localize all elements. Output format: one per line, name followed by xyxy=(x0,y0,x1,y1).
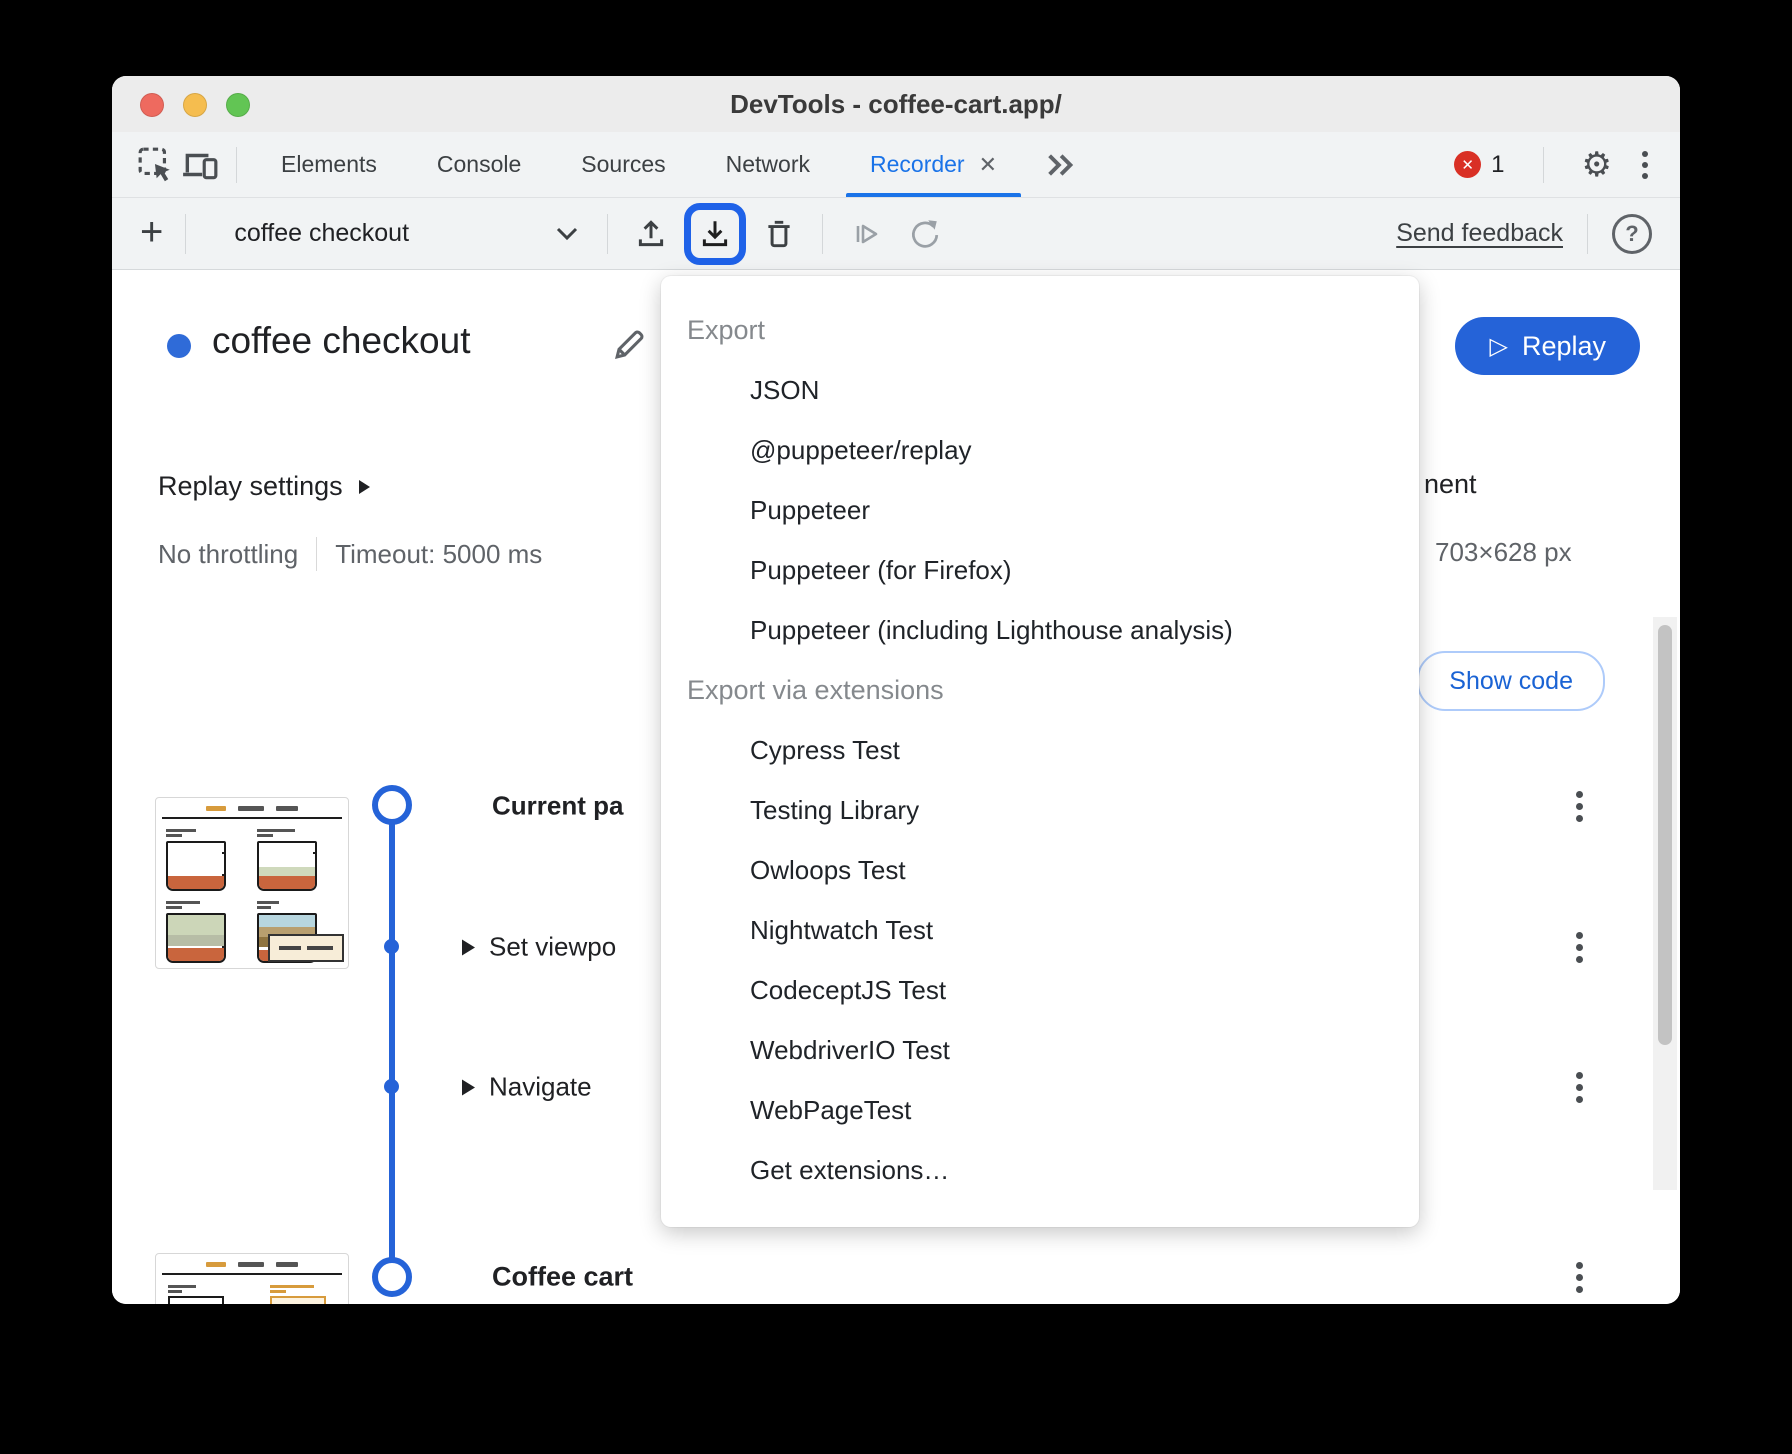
menu-item-webpagetest[interactable]: WebPageTest xyxy=(661,1080,1419,1140)
recorder-toolbar: + coffee checkout xyxy=(112,198,1680,270)
menu-item-puppeteer[interactable]: Puppeteer xyxy=(661,480,1419,540)
error-icon: ✕ xyxy=(1454,151,1481,178)
device-toolbar-icon[interactable] xyxy=(178,143,222,187)
replay-settings-summary: No throttling Timeout: 5000 ms xyxy=(158,537,542,571)
menu-item-get-extensions[interactable]: Get extensions… xyxy=(661,1140,1419,1200)
tab-sources[interactable]: Sources xyxy=(551,132,695,197)
expand-triangle-icon[interactable] xyxy=(462,1079,475,1095)
environment-viewport-size: 703×628 px xyxy=(1435,537,1572,568)
timeline-line xyxy=(389,805,395,1277)
console-error-badge[interactable]: ✕ 1 xyxy=(1454,151,1504,179)
export-menu-header: Export xyxy=(661,300,1419,360)
steps-scrollbar-track[interactable] xyxy=(1653,617,1677,1190)
menu-item-puppeteer-replay[interactable]: @puppeteer/replay xyxy=(661,420,1419,480)
replay-button[interactable]: ▷ Replay xyxy=(1455,317,1640,375)
help-icon[interactable]: ? xyxy=(1612,214,1652,254)
steps-scrollbar-thumb[interactable] xyxy=(1658,625,1672,1045)
close-recorder-tab-icon[interactable]: ✕ xyxy=(979,152,997,178)
export-highlight-ring xyxy=(684,203,746,265)
error-count: 1 xyxy=(1491,151,1504,179)
play-icon: ▷ xyxy=(1489,332,1507,360)
devtools-menu-kebab-icon[interactable] xyxy=(1636,145,1654,185)
thumb-nav xyxy=(156,798,348,817)
expand-triangle-icon[interactable] xyxy=(462,939,475,955)
step-screenshot-thumbnail xyxy=(155,1253,349,1304)
divider xyxy=(185,214,186,254)
import-recording-icon[interactable] xyxy=(628,211,674,257)
throttling-value: No throttling xyxy=(158,539,298,570)
delete-recording-icon[interactable] xyxy=(756,211,802,257)
step-menu-kebab-icon[interactable] xyxy=(1570,785,1589,828)
step-menu-kebab-icon[interactable] xyxy=(1570,1256,1589,1299)
recording-status-dot xyxy=(167,334,191,358)
divider xyxy=(1587,214,1588,254)
devtools-tab-bar: Elements Console Sources Network Recorde… xyxy=(112,132,1680,198)
replay-step-icon[interactable] xyxy=(843,211,889,257)
export-recording-icon[interactable] xyxy=(692,211,738,257)
divider xyxy=(316,537,317,571)
step-navigate[interactable]: Navigate xyxy=(462,1072,592,1103)
timeline-node-coffee-cart[interactable] xyxy=(372,1257,412,1297)
add-recording-button[interactable]: + xyxy=(140,212,163,252)
divider xyxy=(1543,147,1544,183)
tab-console[interactable]: Console xyxy=(407,132,551,197)
close-window-button[interactable] xyxy=(140,93,164,117)
menu-item-testing-library[interactable]: Testing Library xyxy=(661,780,1419,840)
environment-heading-fragment: nent xyxy=(1424,469,1477,500)
timeout-value: Timeout: 5000 ms xyxy=(335,539,542,570)
tab-network[interactable]: Network xyxy=(696,132,840,197)
step-current-page[interactable]: Current pa xyxy=(492,791,623,822)
tabbar-right-cluster: ✕ 1 ⚙ xyxy=(1454,145,1654,185)
pay-tooltip xyxy=(268,934,344,962)
step-menu-kebab-icon[interactable] xyxy=(1570,1066,1589,1109)
tab-recorder[interactable]: Recorder ✕ xyxy=(840,132,1027,197)
step-menu-kebab-icon[interactable] xyxy=(1570,926,1589,969)
expand-triangle-icon xyxy=(359,480,370,494)
menu-item-webdriverio[interactable]: WebdriverIO Test xyxy=(661,1020,1419,1080)
menu-item-codeceptjs[interactable]: CodeceptJS Test xyxy=(661,960,1419,1020)
chevron-down-icon xyxy=(555,226,579,241)
step-set-viewport[interactable]: Set viewpo xyxy=(462,932,616,963)
divider xyxy=(236,147,237,183)
inspect-element-icon[interactable] xyxy=(134,143,178,187)
send-feedback-link[interactable]: Send feedback xyxy=(1396,219,1563,248)
screenshot-canvas: DevTools - coffee-cart.app/ Elements Con… xyxy=(0,0,1792,1454)
menu-item-json[interactable]: JSON xyxy=(661,360,1419,420)
edit-title-icon[interactable] xyxy=(610,326,648,369)
menu-item-puppeteer-lighthouse[interactable]: Puppeteer (including Lighthouse analysis… xyxy=(661,600,1419,660)
show-code-button[interactable]: Show code xyxy=(1417,651,1605,711)
export-extensions-header: Export via extensions xyxy=(661,660,1419,720)
divider xyxy=(607,214,608,254)
export-menu: Export JSON @puppeteer/replay Puppeteer … xyxy=(661,276,1419,1227)
divider xyxy=(822,214,823,254)
more-tabs-icon[interactable] xyxy=(1043,150,1077,180)
replay-settings-toggle[interactable]: Replay settings xyxy=(158,471,370,502)
menu-item-cypress[interactable]: Cypress Test xyxy=(661,720,1419,780)
title-bar: DevTools - coffee-cart.app/ xyxy=(112,76,1680,133)
section-title-coffee-cart[interactable]: Coffee cart xyxy=(492,1262,633,1293)
timeline-node-current-page[interactable] xyxy=(372,785,412,825)
window-title: DevTools - coffee-cart.app/ xyxy=(112,89,1680,120)
thumb-nav xyxy=(156,1254,348,1273)
tab-elements[interactable]: Elements xyxy=(251,132,407,197)
timeline-node-navigate[interactable] xyxy=(384,1079,399,1094)
devtools-window: DevTools - coffee-cart.app/ Elements Con… xyxy=(112,76,1680,1304)
step-screenshot-thumbnail xyxy=(155,797,349,969)
active-tab-underline xyxy=(846,193,1021,197)
minimize-window-button[interactable] xyxy=(183,93,207,117)
rerun-icon[interactable] xyxy=(901,211,947,257)
menu-item-owloops[interactable]: Owloops Test xyxy=(661,840,1419,900)
menu-item-nightwatch[interactable]: Nightwatch Test xyxy=(661,900,1419,960)
zoom-window-button[interactable] xyxy=(226,93,250,117)
traffic-lights xyxy=(140,93,250,117)
menu-item-puppeteer-firefox[interactable]: Puppeteer (for Firefox) xyxy=(661,540,1419,600)
timeline-node-set-viewport[interactable] xyxy=(384,939,399,954)
recording-select[interactable]: coffee checkout xyxy=(220,213,593,254)
settings-gear-icon[interactable]: ⚙ xyxy=(1582,148,1612,182)
recording-title: coffee checkout xyxy=(212,320,471,362)
